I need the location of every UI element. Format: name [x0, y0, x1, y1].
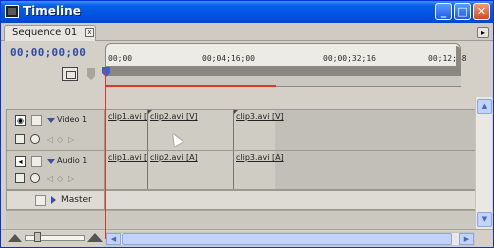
title-bar[interactable]: Timeline _ □ ✕ — [1, 1, 493, 23]
clip-label: clip3.avi [A] — [236, 153, 284, 162]
work-area-end-handle[interactable] — [456, 46, 461, 66]
add-keyframe-icon[interactable]: ◇ — [57, 136, 63, 144]
clip-label: clip2.avi [A] — [150, 153, 198, 162]
video-track-header: ◉ Video 1 ◁ ◇ ▷ — [6, 109, 105, 152]
speaker-icon[interactable]: ◂ — [15, 156, 26, 167]
master-lock-icon[interactable] — [35, 195, 46, 206]
zoom-out-icon[interactable] — [8, 234, 22, 242]
video-clip[interactable]: clip2.avi [V] — [147, 110, 233, 151]
ruler-tick-label: 00;00 — [108, 54, 133, 63]
timeline-empty-area[interactable] — [6, 210, 475, 229]
close-button[interactable]: ✕ — [473, 3, 490, 20]
video-track-name: Video 1 — [57, 115, 88, 124]
horizontal-scrollbar[interactable]: ◀ ▶ — [105, 232, 475, 246]
tab-close-icon[interactable]: x — [85, 28, 94, 37]
prev-keyframe-icon[interactable]: ◁ — [47, 136, 53, 144]
timeline-window-icon — [5, 5, 19, 18]
ruler-tick-label: 00;04;16;00 — [202, 54, 255, 63]
audio-track-area[interactable]: clip1.avi [A] clip2.avi [A] clip3.avi [A… — [105, 150, 475, 190]
video-clip[interactable]: clip3.avi [V] — [233, 110, 284, 151]
maximize-button[interactable]: □ — [454, 3, 471, 20]
scroll-down-icon[interactable]: ▼ — [477, 212, 492, 227]
horizontal-scroll-thumb[interactable] — [122, 233, 452, 245]
close-icon: ✕ — [476, 5, 487, 18]
audio-track-name: Audio 1 — [57, 156, 88, 165]
eye-icon[interactable]: ◉ — [15, 115, 26, 126]
work-area-bar[interactable] — [105, 67, 461, 76]
audio-clip[interactable]: clip1.avi [A] — [105, 151, 156, 189]
video-track-area[interactable]: clip1.avi [V] clip2.avi [V] clip3.avi [V… — [105, 109, 475, 152]
add-keyframe-icon[interactable]: ◇ — [57, 175, 63, 183]
lock-icon[interactable] — [31, 156, 42, 167]
tab-label: Sequence 01 — [12, 27, 78, 38]
window-title: Timeline — [23, 4, 81, 18]
tab-strip: Sequence 01 x ▸ — [1, 23, 493, 41]
lock-icon[interactable] — [31, 115, 42, 126]
audio-track-header: ◂ Audio 1 ◁ ◇ ▷ — [6, 150, 105, 190]
next-keyframe-icon[interactable]: ▷ — [68, 136, 74, 144]
minimize-button[interactable]: _ — [435, 3, 452, 20]
waveform-style-icon[interactable] — [15, 173, 25, 183]
maximize-icon: □ — [457, 5, 468, 18]
track-expand-icon[interactable] — [47, 159, 55, 164]
track-expand-icon[interactable] — [47, 118, 55, 123]
marker-icon[interactable] — [87, 68, 95, 80]
scroll-right-icon[interactable]: ▶ — [459, 233, 474, 245]
keyframe-toggle-icon[interactable] — [30, 173, 40, 183]
in-out-range-bar — [106, 85, 276, 87]
clip-label: clip3.avi [V] — [236, 112, 284, 121]
master-track-header: Master — [6, 190, 105, 210]
tab-sequence-01[interactable]: Sequence 01 x — [4, 25, 96, 41]
snap-icon[interactable] — [62, 67, 78, 81]
prev-keyframe-icon[interactable]: ◁ — [47, 175, 53, 183]
master-track-name: Master — [61, 195, 92, 205]
display-style-icon[interactable] — [15, 134, 25, 144]
next-keyframe-icon[interactable]: ▷ — [68, 175, 74, 183]
audio-clip[interactable]: clip3.avi [A] — [233, 151, 284, 189]
keyframe-toggle-icon[interactable] — [30, 134, 40, 144]
bottom-bar: ◀ ▶ — [1, 229, 493, 247]
time-ruler[interactable]: 00;00 00;04;16;00 00;00;32;16 00;12;48 — [105, 43, 467, 89]
ruler-tick-label: 00;00;32;16 — [323, 54, 376, 63]
playhead-line — [105, 69, 106, 239]
vertical-scrollbar[interactable]: ▲ ▼ — [475, 97, 492, 229]
timeline-window: Timeline _ □ ✕ Sequence 01 x ▸ 00;00;00;… — [0, 0, 494, 248]
current-timecode[interactable]: 00;00;00;00 — [10, 46, 86, 59]
scroll-up-icon[interactable]: ▲ — [477, 99, 492, 114]
scroll-left-icon[interactable]: ◀ — [106, 233, 121, 245]
video-clip[interactable]: clip1.avi [V] — [105, 110, 156, 151]
panel-menu-button[interactable]: ▸ — [477, 27, 489, 38]
master-track-area[interactable] — [105, 190, 475, 210]
audio-clip[interactable]: clip2.avi [A] — [147, 151, 233, 189]
ruler-labels: 00;00 00;04;16;00 00;00;32;16 00;12;48 — [105, 43, 467, 67]
clip-label: clip2.avi [V] — [150, 112, 198, 121]
zoom-in-icon[interactable] — [87, 233, 103, 242]
track-expand-icon[interactable] — [51, 196, 56, 204]
zoom-slider-thumb[interactable] — [34, 232, 41, 242]
minimize-icon: _ — [440, 5, 447, 18]
